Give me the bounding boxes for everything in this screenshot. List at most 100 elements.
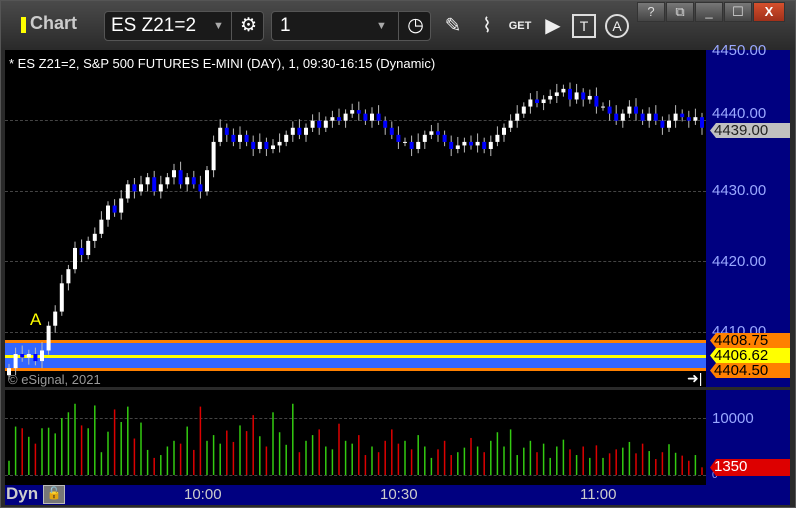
candle: [667, 120, 671, 128]
candle: [251, 141, 256, 149]
candle: [86, 240, 91, 256]
price-tick: 4420.00: [712, 253, 767, 270]
candle: [548, 95, 553, 100]
candle: [165, 177, 170, 185]
candle: [178, 170, 183, 185]
candle: [389, 127, 394, 135]
link-button[interactable]: ⧉: [666, 2, 694, 22]
candle: [53, 311, 58, 326]
candle: [535, 99, 539, 104]
candle: [409, 141, 414, 149]
candle: [264, 141, 269, 149]
candle: [20, 354, 25, 358]
candle: [561, 88, 566, 93]
candle: [317, 120, 322, 128]
candle: [495, 134, 500, 142]
candle: [284, 134, 289, 142]
candle: [13, 354, 18, 369]
candle: [46, 325, 51, 351]
price-tick: 4430.00: [712, 182, 767, 199]
candle: [455, 145, 460, 149]
candle: [145, 177, 150, 185]
band-upper-tag: 4408.75: [710, 333, 790, 348]
time-axis[interactable]: Dyn 🔓 10:00 10:30 11:00: [5, 484, 790, 505]
candle: [185, 177, 190, 185]
candle: [482, 141, 487, 149]
get-data-icon[interactable]: GET: [506, 12, 534, 40]
chevron-down-icon[interactable]: ▼: [376, 12, 387, 40]
alert-icon[interactable]: A: [605, 14, 629, 38]
volume-tick: 10000: [712, 410, 754, 427]
window-title: Chart: [30, 13, 78, 33]
candle: [680, 113, 685, 118]
candle: [515, 113, 520, 121]
close-button[interactable]: X: [753, 2, 785, 22]
candle: [66, 269, 71, 284]
candle: [634, 106, 638, 114]
candle: [205, 170, 209, 192]
price-tick: 4440.00: [712, 105, 767, 122]
candle: [462, 141, 467, 146]
candle: [244, 134, 249, 142]
candle: [238, 134, 242, 142]
text-tool-icon[interactable]: T: [572, 14, 596, 38]
candles: [7, 82, 704, 380]
candle: [673, 113, 678, 121]
candle: [502, 127, 506, 135]
candle: [73, 247, 77, 270]
study-icon[interactable]: ⌇: [473, 12, 501, 40]
symbol-value: ES Z21=2: [111, 15, 197, 36]
interval-value: 1: [280, 15, 291, 36]
candle: [26, 354, 31, 358]
candle: [693, 117, 698, 121]
chart-legend: * ES Z21=2, S&P 500 FUTURES E-MINI (DAY)…: [9, 56, 436, 71]
last-price-tag: 4439.00: [710, 123, 790, 138]
candle: [106, 205, 110, 220]
candle: [363, 113, 368, 121]
candle: [508, 120, 513, 128]
candle: [541, 99, 546, 104]
marker-a[interactable]: A: [30, 310, 41, 330]
candle: [112, 205, 117, 213]
candle: [587, 95, 592, 100]
chevron-down-icon[interactable]: ▼: [213, 12, 224, 40]
candle: [528, 99, 533, 107]
minimize-button[interactable]: _: [695, 2, 723, 22]
lock-icon[interactable]: 🔓: [43, 485, 65, 504]
link-color-icon[interactable]: [21, 17, 26, 33]
scroll-to-end-icon[interactable]: ➜|: [687, 370, 702, 387]
candle: [422, 134, 427, 142]
candle: [40, 350, 44, 362]
symbol-input[interactable]: ES Z21=2 ▼ ⚙: [104, 11, 264, 41]
interval-input[interactable]: 1 ▼ ◷: [271, 11, 431, 41]
candle: [257, 141, 262, 149]
candle: [594, 95, 599, 107]
time-tick: 10:00: [184, 486, 222, 503]
dynamic-mode-label[interactable]: Dyn: [6, 484, 38, 504]
maximize-button[interactable]: ☐: [724, 2, 752, 22]
candle: [356, 110, 361, 114]
price-tick: 4450.00: [712, 42, 767, 59]
candle: [59, 283, 64, 312]
volume-axis: 10000 0 1350: [706, 390, 790, 485]
play-icon[interactable]: ▶: [539, 12, 567, 40]
candle: [660, 120, 665, 128]
candle: [686, 117, 691, 121]
candle: [198, 184, 203, 192]
candle: [429, 131, 434, 135]
price-chart[interactable]: * ES Z21=2, S&P 500 FUTURES E-MINI (DAY)…: [5, 50, 706, 387]
candle: [79, 247, 84, 256]
candle: [396, 134, 401, 142]
volume-chart[interactable]: [5, 390, 706, 485]
candle: [172, 170, 176, 178]
candle: [119, 198, 124, 213]
candle: [403, 141, 407, 143]
candle: [139, 184, 143, 192]
help-button[interactable]: ?: [637, 2, 665, 22]
pencil-icon[interactable]: ✎: [439, 12, 467, 40]
candle: [416, 141, 421, 149]
gear-icon[interactable]: ⚙: [231, 12, 265, 40]
candle: [469, 141, 473, 146]
clock-icon[interactable]: ◷: [398, 12, 432, 40]
price-axis[interactable]: 4450.00 4440.00 4430.00 4420.00 4410.00 …: [706, 42, 790, 387]
